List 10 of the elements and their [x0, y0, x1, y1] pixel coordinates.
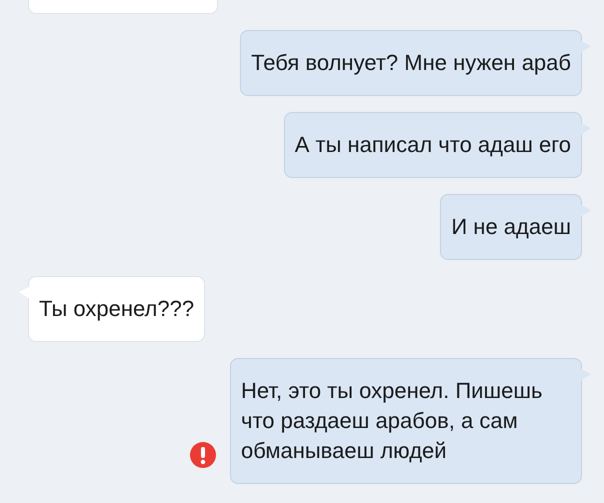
message-bubble: Ты охренел???	[28, 276, 206, 342]
message-bubble: А ты написал что адаш его	[284, 112, 582, 178]
bubble-tail	[579, 368, 591, 382]
message-bubble: Тебя волнует? Мне нужен араб	[240, 30, 582, 96]
message-bubble: И не адаеш	[440, 194, 582, 260]
bubble-tail	[579, 122, 591, 136]
message-bubble: Нет, это ты охренел. Пишешь что раздаеш арабов, а сам обманываеш людей	[230, 358, 582, 484]
bubble-tail	[579, 40, 591, 54]
bubble-tail	[19, 286, 31, 300]
bubble-tail	[579, 204, 591, 218]
